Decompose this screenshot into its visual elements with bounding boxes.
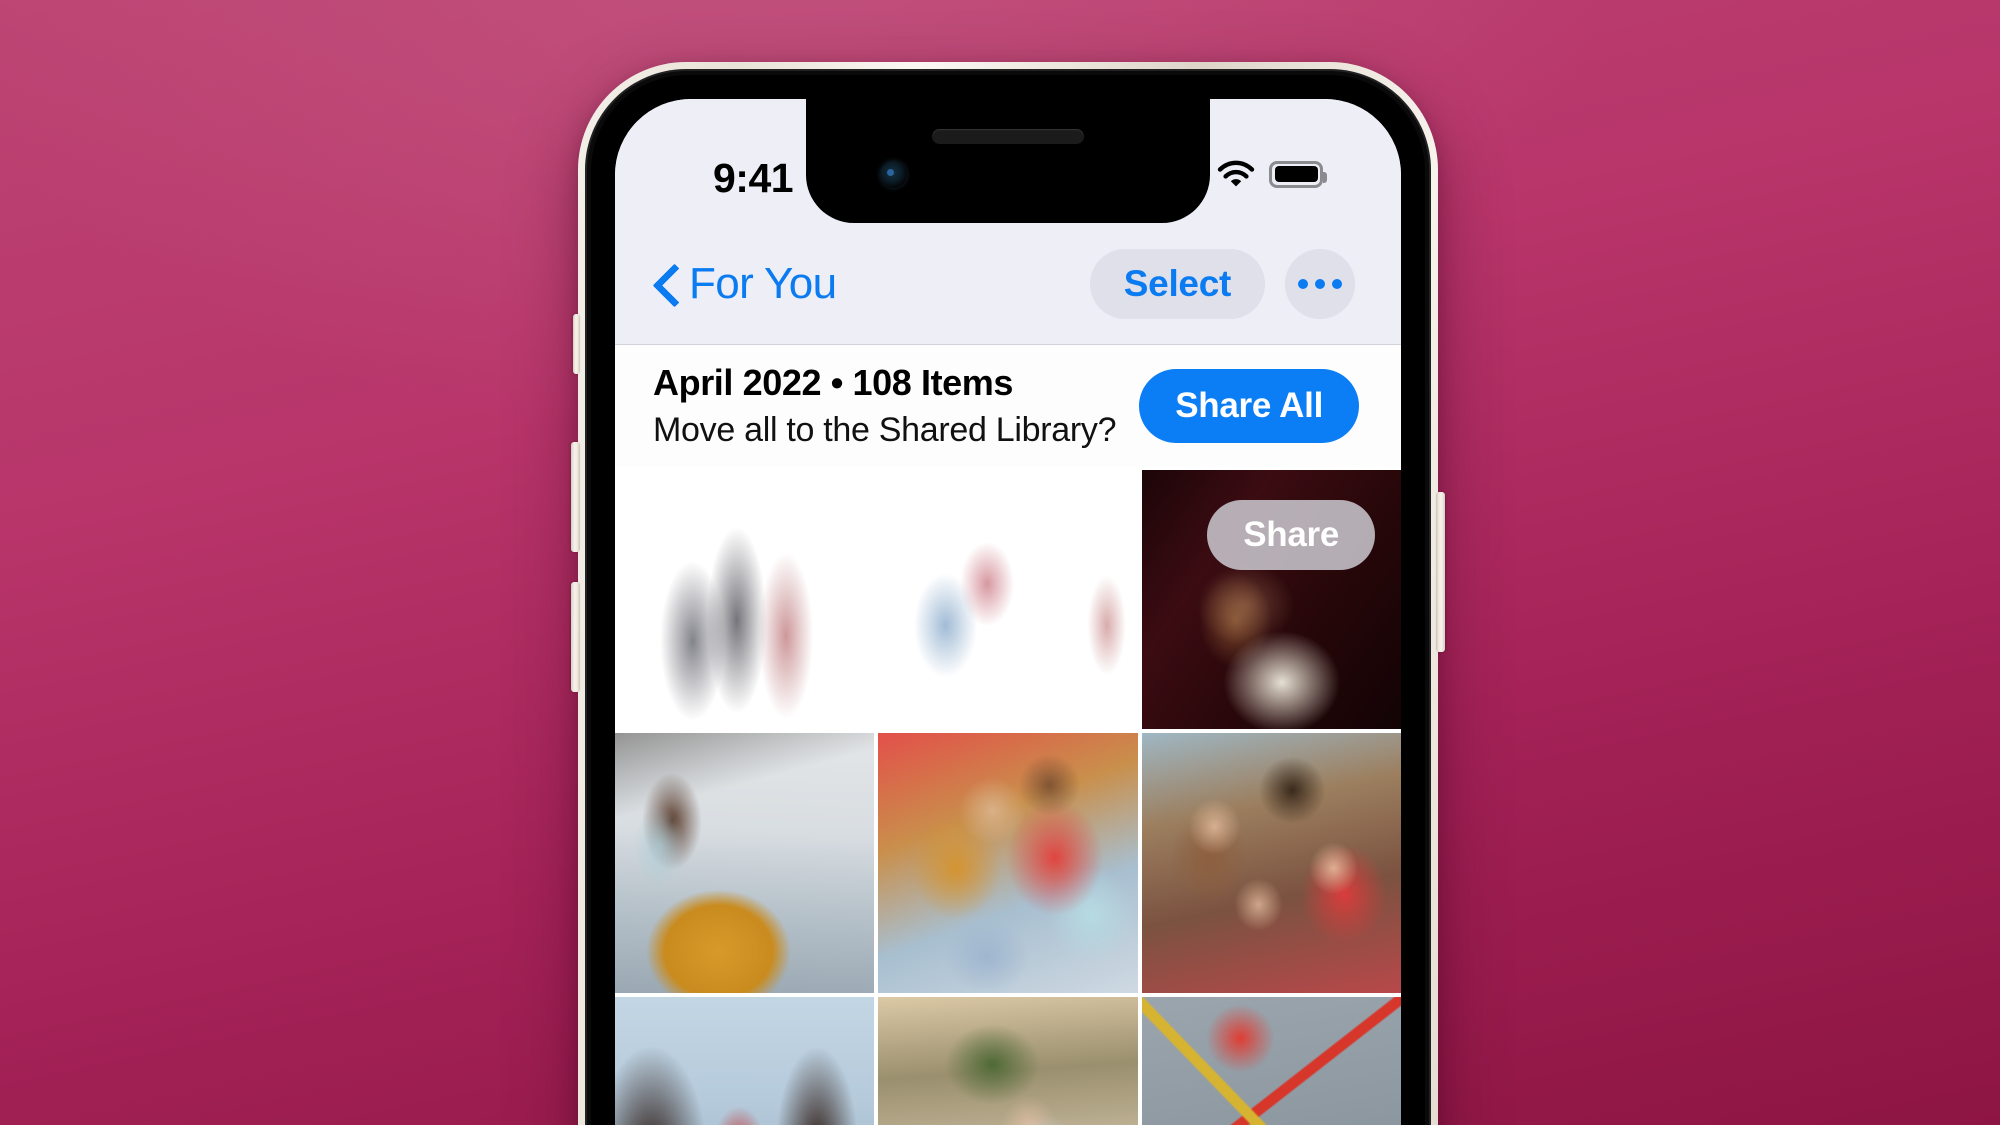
banner-title: April 2022 • 108 Items xyxy=(653,362,1014,403)
banner-subtitle: Move all to the Shared Library? xyxy=(653,411,1117,449)
photo-grid-item[interactable] xyxy=(1141,733,1401,993)
photo-thumbnail xyxy=(615,470,875,730)
chevron-left-icon xyxy=(653,262,679,306)
photo-thumbnail xyxy=(1141,733,1401,993)
photo-grid-item[interactable] xyxy=(1141,996,1401,1125)
ellipsis-dot xyxy=(1315,278,1325,289)
screenshot-canvas: 9:41 For You Select April 2022 • 108 Ite… xyxy=(0,0,2000,1125)
device-bezel: 9:41 For You Select April 2022 • 108 Ite… xyxy=(591,75,1425,1125)
photo-thumbnail xyxy=(878,733,1138,993)
photo-thumbnail xyxy=(878,996,1138,1125)
photo-grid-item[interactable] xyxy=(615,733,875,993)
select-button[interactable]: Select xyxy=(1089,248,1265,319)
photo-thumbnail xyxy=(878,470,1138,730)
power-button[interactable] xyxy=(1436,492,1445,652)
photo-grid-item[interactable] xyxy=(878,733,1138,993)
device-screen: 9:41 For You Select April 2022 • 108 Ite… xyxy=(615,99,1401,1125)
back-button[interactable]: For You xyxy=(653,258,837,309)
more-options-button[interactable] xyxy=(1285,248,1355,319)
photo-grid: Share xyxy=(615,467,1401,1125)
photo-thumbnail xyxy=(1141,996,1401,1125)
status-bar-time: 9:41 xyxy=(713,155,794,201)
volume-up-button[interactable] xyxy=(571,442,580,552)
photo-thumbnail xyxy=(615,996,875,1125)
earpiece-speaker-icon xyxy=(932,129,1084,144)
front-camera-icon xyxy=(880,161,907,188)
ellipsis-dot xyxy=(1332,278,1342,289)
silent-switch-button[interactable] xyxy=(573,314,580,374)
photo-grid-item[interactable] xyxy=(878,996,1138,1125)
photo-grid-item[interactable]: Share xyxy=(1141,470,1401,730)
share-all-button[interactable]: Share All xyxy=(1139,369,1359,443)
banner-text-block: April 2022 • 108 Items Move all to the S… xyxy=(653,362,1116,450)
shared-library-banner: April 2022 • 108 Items Move all to the S… xyxy=(615,345,1401,467)
notch xyxy=(806,99,1210,223)
photo-grid-item[interactable] xyxy=(878,470,1138,730)
wifi-icon xyxy=(1217,160,1255,186)
navigation-bar: For You Select xyxy=(615,223,1401,345)
photo-thumbnail xyxy=(615,733,875,993)
ellipsis-dot xyxy=(1298,278,1308,289)
photo-grid-item[interactable] xyxy=(615,996,875,1125)
battery-icon xyxy=(1269,160,1327,188)
back-button-label: For You xyxy=(689,258,837,308)
photo-grid-item[interactable] xyxy=(615,470,875,730)
iphone-device-frame: 9:41 For You Select April 2022 • 108 Ite… xyxy=(571,62,1445,1125)
share-photo-button[interactable]: Share xyxy=(1207,500,1375,570)
volume-down-button[interactable] xyxy=(571,582,580,692)
